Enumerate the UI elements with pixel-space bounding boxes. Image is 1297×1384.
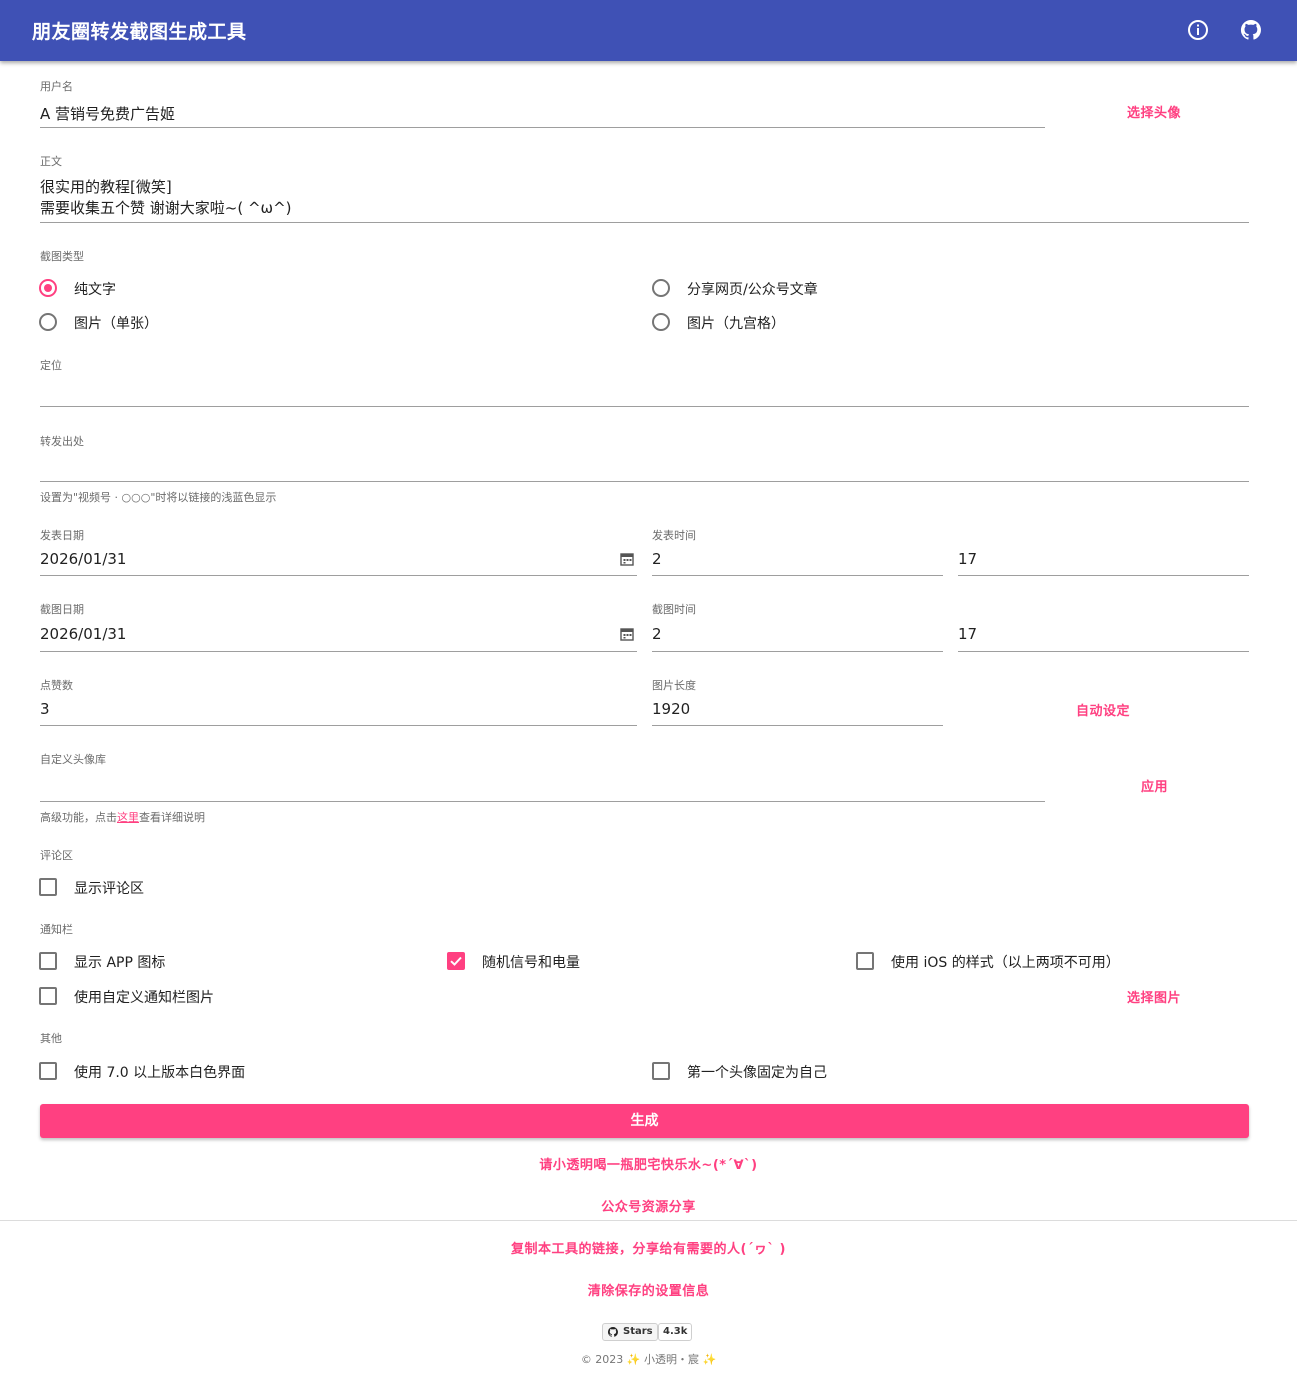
publish-hour-underline	[652, 575, 943, 576]
stars-label: Stars	[623, 1326, 653, 1337]
image-length-input[interactable]: 1920	[652, 700, 690, 718]
capture-date-underline	[40, 651, 637, 652]
donate-link[interactable]: 请小透明喝一瓶肥宅快乐水~(*´∀`)	[0, 1154, 1297, 1173]
body-text-line: 很实用的教程[微笑]	[40, 178, 172, 196]
show-comments-checkbox[interactable]	[39, 878, 57, 896]
fix-avatar-checkbox[interactable]	[652, 1062, 670, 1080]
publish-date-label: 发表日期	[40, 529, 84, 542]
custom-notification-image-label: 使用自定义通知栏图片	[74, 990, 214, 1006]
location-input[interactable]	[40, 380, 1249, 404]
radio-share-article[interactable]	[652, 279, 670, 297]
github-stars-button[interactable]: Stars	[602, 1323, 658, 1341]
random-signal-label: 随机信号和电量	[482, 955, 580, 971]
username-input[interactable]: A 营销号免费广告姬	[40, 103, 175, 124]
radio-label: 图片（单张）	[74, 316, 158, 332]
capture-hour-underline	[652, 651, 943, 652]
custom-notification-image-checkbox[interactable]	[39, 987, 57, 1005]
radio-grid-images[interactable]	[652, 313, 670, 331]
capture-minute-underline	[958, 651, 1249, 652]
forward-source-help: 设置为"视频号 · ○○○"时将以链接的浅蓝色显示	[40, 491, 277, 504]
show-comments-label: 显示评论区	[74, 881, 144, 897]
avatar-library-label: 自定义头像库	[40, 753, 106, 766]
radio-text-only[interactable]	[39, 279, 57, 297]
publish-date-underline	[40, 575, 637, 576]
auto-set-button[interactable]: 自动设定	[1076, 700, 1130, 719]
white-ui-label: 使用 7.0 以上版本白色界面	[74, 1065, 246, 1081]
other-section-label: 其他	[40, 1032, 62, 1045]
help-prefix: 高级功能，点击	[40, 811, 117, 824]
body-text-line: 需要收集五个赞 谢谢大家啦~( ^ω^)	[40, 199, 292, 217]
capture-date-label: 截图日期	[40, 603, 84, 616]
divider	[0, 1220, 1297, 1221]
copy-link-button[interactable]: 复制本工具的链接，分享给有需要的人(´ヮ` )	[0, 1238, 1297, 1257]
image-length-label: 图片长度	[652, 679, 696, 692]
radio-label: 分享网页/公众号文章	[687, 282, 818, 298]
comments-section-label: 评论区	[40, 849, 73, 862]
random-signal-checkbox[interactable]	[447, 952, 465, 970]
select-image-button[interactable]: 选择图片	[1127, 987, 1181, 1006]
info-icon[interactable]	[1186, 18, 1210, 42]
check-icon	[450, 956, 462, 966]
avatar-library-input[interactable]	[40, 775, 1045, 799]
publish-time-label: 发表时间	[652, 529, 696, 542]
likes-label: 点赞数	[40, 679, 73, 692]
ios-style-checkbox[interactable]	[856, 952, 874, 970]
body-text-label: 正文	[40, 155, 62, 168]
clear-settings-button[interactable]: 清除保存的设置信息	[0, 1280, 1297, 1299]
forward-source-label: 转发出处	[40, 435, 84, 448]
avatar-library-underline	[40, 801, 1045, 802]
ios-style-label: 使用 iOS 的样式（以上两项不可用）	[891, 955, 1120, 971]
username-underline	[40, 127, 1045, 128]
radio-label: 纯文字	[74, 282, 116, 298]
app-bar: 朋友圈转发截图生成工具	[0, 0, 1297, 61]
capture-hour-input[interactable]: 2	[652, 625, 662, 643]
body-text-underline	[40, 222, 1249, 223]
show-app-icon-checkbox[interactable]	[39, 952, 57, 970]
publish-hour-input[interactable]: 2	[652, 550, 662, 568]
fix-avatar-label: 第一个头像固定为自己	[687, 1065, 827, 1081]
publish-date-input[interactable]: 2026/01/31	[40, 550, 126, 568]
white-ui-checkbox[interactable]	[39, 1062, 57, 1080]
help-link[interactable]: 这里	[117, 811, 139, 824]
image-length-underline	[652, 725, 943, 726]
notification-section-label: 通知栏	[40, 923, 73, 936]
select-avatar-button[interactable]: 选择头像	[1127, 102, 1181, 121]
calendar-icon[interactable]	[620, 627, 634, 641]
github-icon	[607, 1326, 618, 1337]
radio-single-image[interactable]	[39, 313, 57, 331]
wechat-share-link[interactable]: 公众号资源分享	[0, 1196, 1297, 1215]
forward-source-underline	[40, 481, 1249, 482]
stars-count[interactable]: 4.3k	[658, 1323, 693, 1341]
likes-input[interactable]: 3	[40, 700, 50, 718]
publish-minute-underline	[958, 575, 1249, 576]
generate-button[interactable]: 生成	[40, 1104, 1249, 1138]
calendar-icon[interactable]	[620, 552, 634, 566]
github-icon[interactable]	[1239, 18, 1263, 42]
capture-minute-input[interactable]: 17	[958, 625, 977, 643]
avatar-library-help: 高级功能，点击这里查看详细说明	[40, 809, 205, 825]
capture-date-input[interactable]: 2026/01/31	[40, 625, 126, 643]
publish-minute-input[interactable]: 17	[958, 550, 977, 568]
username-label: 用户名	[40, 80, 73, 93]
show-app-icon-label: 显示 APP 图标	[74, 955, 166, 971]
help-suffix: 查看详细说明	[139, 811, 205, 824]
apply-button[interactable]: 应用	[1141, 776, 1168, 795]
app-title: 朋友圈转发截图生成工具	[32, 21, 247, 43]
copyright: © 2023 ✨ 小透明・宸 ✨	[580, 1353, 717, 1366]
screenshot-type-label: 截图类型	[40, 250, 84, 263]
capture-time-label: 截图时间	[652, 603, 696, 616]
location-underline	[40, 406, 1249, 407]
location-label: 定位	[40, 359, 62, 372]
likes-underline	[40, 725, 637, 726]
forward-source-input[interactable]	[40, 456, 1249, 480]
radio-label: 图片（九宫格）	[687, 316, 785, 332]
